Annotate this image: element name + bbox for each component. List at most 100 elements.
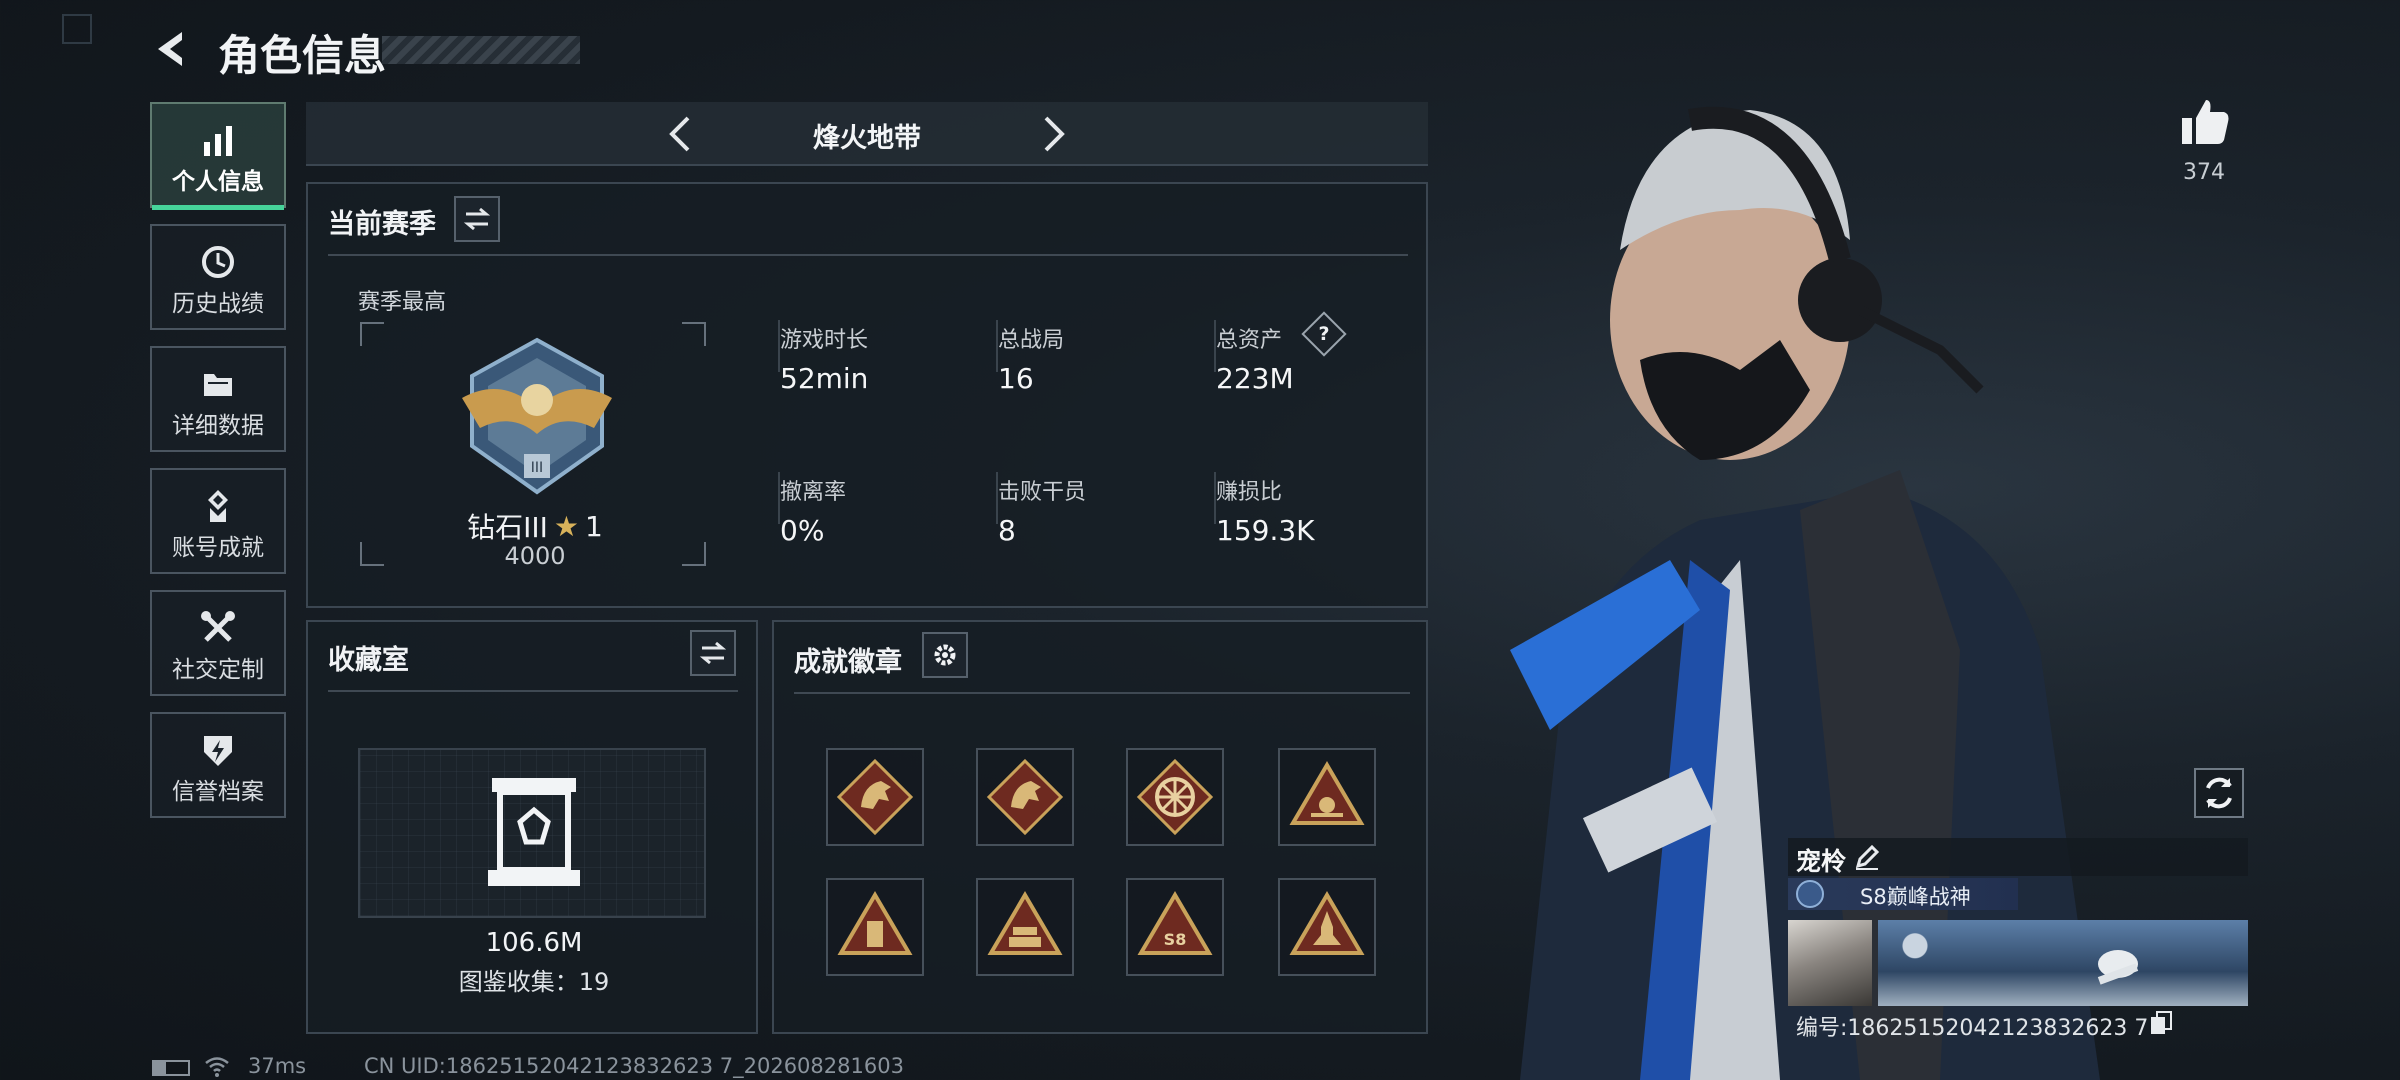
catalog-label: 图鉴收集：	[458, 968, 579, 996]
player-name: 宠柃	[1796, 847, 1847, 876]
achievements-panel: 成就徽章 S8	[772, 620, 1428, 1034]
stat-value-extract-rate: 0%	[780, 514, 825, 547]
copy-id-button[interactable]	[2148, 1010, 2174, 1040]
collection-display[interactable]	[358, 748, 706, 918]
back-arrow-icon	[158, 32, 182, 66]
season-panel: 当前赛季 赛季最高 III 钻石III ★ 1 4000 游戏时长 52min …	[306, 182, 1428, 608]
collection-panel: 收藏室 106.6M 图鉴收集：19	[306, 620, 758, 1034]
badge-slot[interactable]	[976, 748, 1074, 846]
credit-icon	[198, 730, 238, 774]
refresh-icon	[2206, 777, 2232, 809]
mode-label: 烽火地带	[813, 123, 921, 154]
active-indicator	[152, 205, 284, 210]
help-icon: ?	[1318, 323, 1330, 345]
achievements-divider	[794, 692, 1410, 694]
sidebar-item-label: 历史战绩	[172, 291, 264, 317]
sidebar-item-credit[interactable]: 信誉档案	[150, 712, 286, 818]
rank-stars: 1	[585, 509, 603, 543]
achievements-title: 成就徽章	[794, 647, 902, 678]
stack-badge-icon	[987, 891, 1063, 955]
status-bar: 37ms CN UID:18625152042123832623 7_20260…	[150, 1054, 1050, 1080]
wifi-icon	[204, 1054, 230, 1080]
page-title: 角色信息	[218, 31, 387, 80]
stat-label-profit-ratio: 赚损比	[1216, 480, 1283, 505]
s8-badge-text: S8	[1164, 930, 1187, 949]
tower-badge-icon	[837, 891, 913, 955]
swap-icon	[699, 641, 727, 665]
badge-slot[interactable]	[826, 748, 924, 846]
rotate-view-button[interactable]	[2194, 768, 2244, 818]
gear-icon	[934, 644, 956, 666]
clock-history-icon	[198, 242, 238, 286]
stat-value-kills: 8	[998, 514, 1016, 547]
help-button[interactable]: ?	[1301, 311, 1347, 357]
player-title-bar: S8巅峰战神	[1788, 878, 2018, 910]
back-button[interactable]	[150, 26, 196, 72]
stat-value-profit-ratio: 159.3K	[1216, 514, 1315, 547]
player-avatar	[1788, 920, 1872, 1006]
s8-badge-icon: S8	[1137, 891, 1213, 955]
stat-label-total-matches: 总战局	[998, 328, 1065, 353]
like-count: 374	[2183, 160, 2225, 185]
title-emblem-icon	[1796, 880, 1824, 908]
stat-value-playtime: 52min	[780, 362, 869, 395]
stat-value-total-matches: 16	[998, 362, 1034, 395]
player-id-label: 编号:	[1796, 1016, 1848, 1041]
ping-value: 37ms	[248, 1054, 307, 1078]
badge-slot[interactable]	[826, 878, 924, 976]
season-switch-button[interactable]	[454, 196, 500, 242]
stat-value-total-assets: 223M	[1216, 362, 1294, 395]
badge-slot[interactable]: S8	[1126, 878, 1224, 976]
bar-chart-icon	[198, 120, 238, 164]
stat-label-playtime: 游戏时长	[780, 328, 869, 353]
sidebar-item-label: 个人信息	[172, 169, 264, 195]
player-name-row: 宠柃	[1788, 838, 2248, 876]
rank-name: 钻石III	[467, 511, 548, 544]
like-button[interactable]	[2174, 92, 2234, 152]
sidebar-item-personal-info[interactable]: 个人信息	[150, 102, 286, 210]
mode-selector: 烽火地带	[306, 102, 1428, 166]
player-card[interactable]: 宠柃 S8巅峰战神 编号:18625152042123832623 7	[1788, 838, 2248, 1044]
season-best-label: 赛季最高	[358, 290, 447, 315]
wheel-badge-icon	[1136, 758, 1214, 836]
folder-icon	[198, 364, 238, 408]
chevron-right-icon	[1044, 116, 1065, 152]
achievements-settings-button[interactable]	[922, 632, 968, 678]
edit-name-button[interactable]	[1852, 842, 1882, 876]
season-divider	[328, 254, 1408, 256]
swap-icon	[463, 207, 491, 231]
stat-label-extract-rate: 撤离率	[780, 480, 847, 505]
star-icon: ★	[553, 509, 580, 543]
next-mode-button[interactable]	[1028, 110, 1076, 158]
collection-switch-button[interactable]	[690, 630, 736, 676]
pencil-icon	[1855, 844, 1880, 870]
sidebar-item-label: 信誉档案	[172, 779, 264, 805]
sidebar-item-label: 详细数据	[172, 413, 264, 439]
svg-text:III: III	[531, 460, 543, 476]
rank-emblem-icon: III	[452, 336, 622, 496]
achievement-icon	[198, 486, 238, 530]
sidebar-item-achievements[interactable]: 账号成就	[150, 468, 286, 574]
catalog-count: 19	[578, 968, 610, 996]
badge-slot[interactable]	[1278, 748, 1376, 846]
astronaut-icon	[2097, 950, 2139, 985]
sidebar-item-label: 社交定制	[172, 657, 264, 683]
copy-icon	[2151, 1011, 2172, 1034]
corner-square-icon	[62, 14, 92, 44]
stat-label-kills: 击败干员	[998, 480, 1087, 505]
title-stripes	[382, 36, 580, 64]
sidebar-item-social[interactable]: 社交定制	[150, 590, 286, 696]
frame-corner	[360, 322, 384, 346]
horse-badge-icon	[986, 758, 1064, 836]
catalog-line: 图鉴收集：19	[308, 962, 760, 997]
stat-label-total-assets: 总资产	[1216, 328, 1283, 353]
card-background	[1878, 920, 2248, 1006]
badge-slot[interactable]	[976, 878, 1074, 976]
badge-slot[interactable]	[1278, 878, 1376, 976]
sidebar-item-detailed-data[interactable]: 详细数据	[150, 346, 286, 452]
player-id-row: 编号:18625152042123832623 7	[1796, 1010, 2148, 1042]
sidebar-item-label: 账号成就	[172, 535, 264, 561]
badge-slot[interactable]	[1126, 748, 1224, 846]
horse-badge-icon	[836, 758, 914, 836]
sidebar-item-history[interactable]: 历史战绩	[150, 224, 286, 330]
